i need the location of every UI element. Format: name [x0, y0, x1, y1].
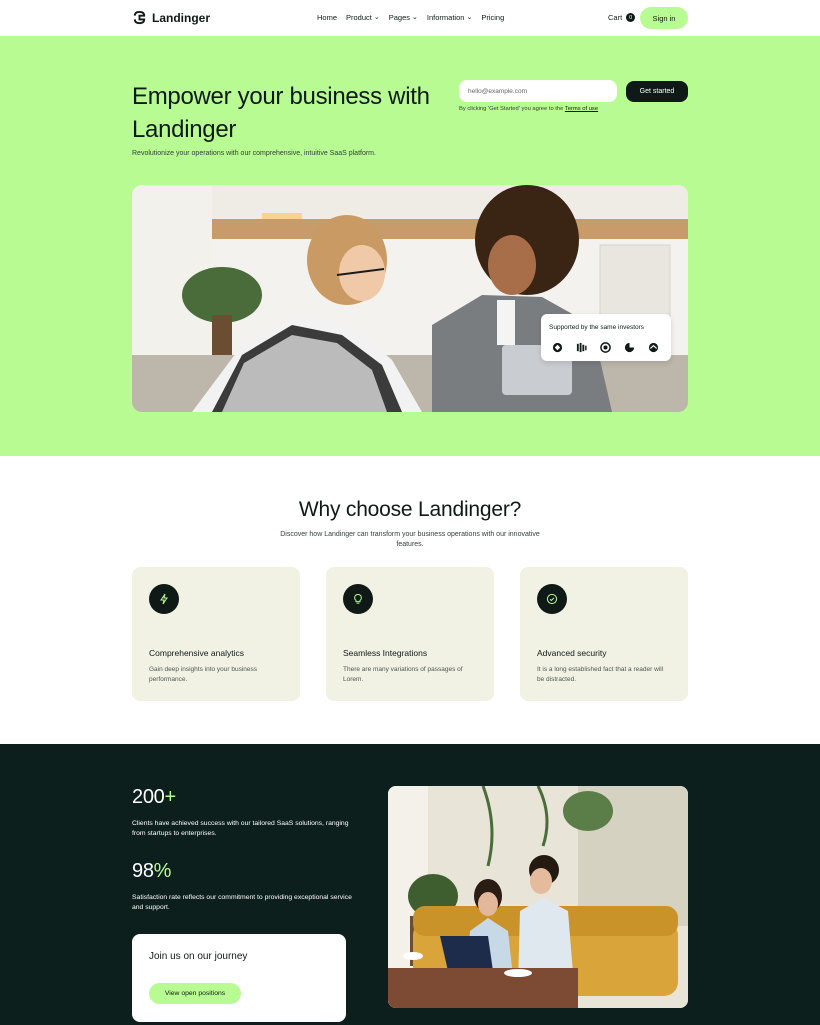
lightning-icon	[149, 584, 179, 614]
chevron-down-icon: ⌄	[412, 14, 418, 21]
investor-logo-4-icon	[622, 340, 636, 354]
hero-title: Empower your business with Landinger	[132, 83, 430, 143]
join-card: Join us on our journey View open positio…	[132, 934, 346, 1022]
brand-name: Landinger	[152, 10, 211, 25]
investor-logos	[550, 340, 660, 354]
feature-title: Seamless Integrations	[343, 648, 428, 658]
feature-title: Comprehensive analytics	[149, 648, 244, 658]
check-circle-icon	[537, 584, 567, 614]
signin-button[interactable]: Sign in	[640, 7, 688, 29]
office-photo-illustration	[388, 786, 688, 1008]
top-nav: Landinger Home Product ⌄ Pages ⌄ Informati…	[0, 0, 820, 36]
nav-link-information[interactable]: Information ⌄	[427, 13, 472, 22]
feature-card-security: Advanced security It is a long establish…	[520, 567, 688, 701]
feature-card-integrations: Seamless Integrations There are many var…	[326, 567, 494, 701]
hero-section: Empower your business with Landinger Rev…	[0, 36, 820, 456]
cart-label: Cart	[608, 13, 623, 22]
feature-description: There are many variations of passages of…	[343, 666, 463, 683]
investors-title: Supported by the same investors	[549, 324, 645, 331]
hero-photo-illustration	[132, 185, 688, 412]
nav-link-pages[interactable]: Pages ⌄	[389, 13, 418, 22]
hero-image	[132, 185, 688, 412]
logo-icon	[133, 10, 146, 25]
cart-count-badge: 0	[626, 13, 636, 22]
feature-description: Gain deep insights into your business pe…	[149, 666, 258, 683]
brand-logo[interactable]: Landinger	[132, 10, 210, 25]
feature-description: It is a long established fact that a rea…	[537, 666, 664, 683]
lightbulb-icon	[343, 584, 373, 614]
stat-clients-number: 200+	[132, 786, 176, 808]
office-image	[388, 786, 688, 1008]
cart-button[interactable]: Cart 0	[608, 13, 636, 22]
chevron-down-icon: ⌄	[466, 14, 473, 21]
investor-logo-5-icon	[646, 340, 660, 354]
terms-notice: By clicking 'Get Started' you agree to t…	[459, 106, 599, 112]
nav-link-pricing[interactable]: Pricing	[481, 13, 504, 22]
email-input[interactable]	[459, 80, 617, 102]
nav-link-home[interactable]: Home	[317, 13, 337, 22]
join-title: Join us on our journey	[149, 951, 248, 962]
investor-logo-3-icon	[598, 340, 612, 354]
stat-clients-description: Clients have achieved success with our t…	[132, 820, 349, 837]
stat-satisfaction-description: Satisfaction rate reflects our commitmen…	[132, 894, 352, 911]
feature-title: Advanced security	[537, 648, 607, 658]
features-subtitle: Discover how Landinger can transform you…	[280, 531, 540, 548]
chevron-down-icon: ⌄	[373, 14, 380, 21]
view-positions-button[interactable]: View open positions	[149, 983, 241, 1004]
nav-link-product[interactable]: Product ⌄	[346, 13, 380, 22]
investors-card: Supported by the same investors	[541, 314, 671, 361]
investor-logo-1-icon	[550, 340, 564, 354]
terms-link[interactable]: Terms of use	[565, 106, 598, 112]
investor-logo-2-icon	[574, 340, 588, 354]
features-title: Why choose Landinger?	[298, 498, 522, 521]
get-started-button[interactable]: Get started	[626, 81, 688, 102]
nav-links: Home Product ⌄ Pages ⌄ Information ⌄ Pricin…	[317, 13, 504, 22]
hero-subtitle: Revolutionize your operations with our c…	[132, 150, 376, 157]
stat-satisfaction-number: 98%	[132, 860, 172, 882]
feature-card-analytics: Comprehensive analytics Gain deep insigh…	[132, 567, 300, 701]
